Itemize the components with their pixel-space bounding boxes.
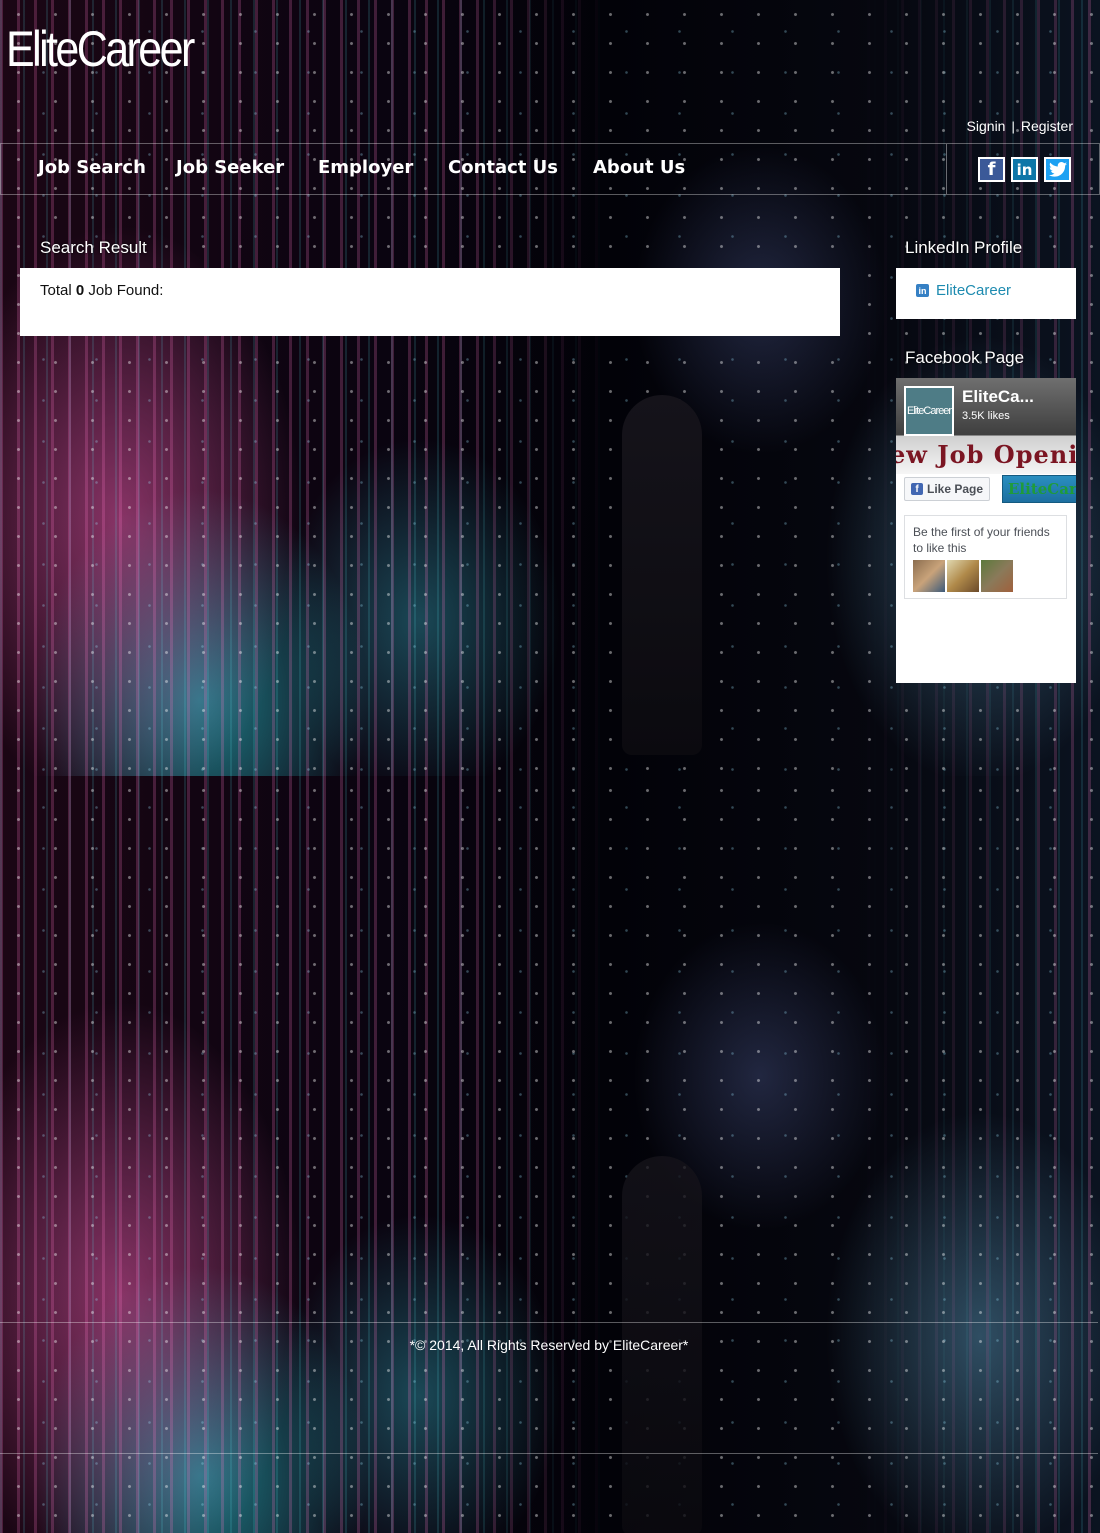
register-link[interactable]: Register	[1021, 118, 1073, 134]
linkedin-icon[interactable]: in	[1011, 157, 1038, 182]
linkedin-profile-title: LinkedIn Profile	[905, 238, 1023, 257]
nav-item-about-us[interactable]: About Us	[593, 157, 685, 178]
auth-separator: |	[1011, 118, 1015, 134]
facebook-page-name[interactable]: EliteCa...	[962, 387, 1034, 407]
twitter-icon[interactable]	[1044, 157, 1071, 182]
facebook-like-count: 3.5K likes	[962, 410, 1010, 422]
main-navbar: Job Search Job Seeker Employer Contact U…	[0, 143, 1100, 195]
job-count: 0	[75, 282, 85, 299]
search-result-panel: Total 0 Job Found:	[20, 268, 840, 336]
facebook-cover[interactable]: EliteCareer EliteCa... 3.5K likes ew Job…	[896, 378, 1076, 474]
site-logo[interactable]: EliteCareer	[6, 20, 195, 78]
facebook-like-page-button[interactable]: f Like Page	[904, 477, 991, 501]
linkedin-profile-panel: in EliteCareer	[896, 268, 1076, 319]
facebook-friend-thumbnails	[913, 560, 1013, 592]
facebook-like-icon: f	[911, 483, 923, 495]
site-footer: *© 2014, All Rights Reserved by EliteCar…	[0, 1322, 1098, 1454]
linkedin-small-icon: in	[916, 284, 929, 297]
facebook-page-widget: EliteCareer EliteCa... 3.5K likes ew Job…	[896, 378, 1076, 683]
facebook-ribbon-image: EliteCar	[1002, 475, 1076, 503]
nav-divider	[946, 144, 947, 194]
facebook-cover-banner: ew Job Openi	[896, 440, 1076, 469]
facebook-friends-text: Be the first of your friends to like thi…	[913, 525, 1050, 555]
facebook-icon[interactable]: f	[978, 157, 1005, 182]
facebook-friends-box: Be the first of your friends to like thi…	[904, 515, 1067, 599]
nav-item-employer[interactable]: Employer	[318, 157, 413, 178]
nav-item-contact-us[interactable]: Contact Us	[448, 157, 558, 178]
job-count-line: Total 0 Job Found:	[40, 282, 164, 299]
linkedin-profile-link[interactable]: in EliteCareer	[916, 282, 1011, 299]
friend-avatar[interactable]	[947, 560, 979, 592]
search-result-title: Search Result	[40, 238, 147, 257]
footer-copyright: *© 2014, All Rights Reserved by EliteCar…	[409, 1337, 689, 1353]
signin-link[interactable]: Signin	[967, 118, 1006, 134]
social-links: f in	[978, 157, 1071, 182]
friend-avatar[interactable]	[913, 560, 945, 592]
auth-links: Signin | Register	[967, 118, 1073, 134]
twitter-bird-icon	[1048, 162, 1067, 177]
friend-avatar[interactable]	[981, 560, 1013, 592]
facebook-page-avatar[interactable]: EliteCareer	[904, 386, 954, 436]
facebook-page-title: Facebook Page	[905, 348, 1025, 367]
nav-item-job-seeker[interactable]: Job Seeker	[176, 157, 284, 178]
nav-item-job-search[interactable]: Job Search	[38, 157, 146, 178]
